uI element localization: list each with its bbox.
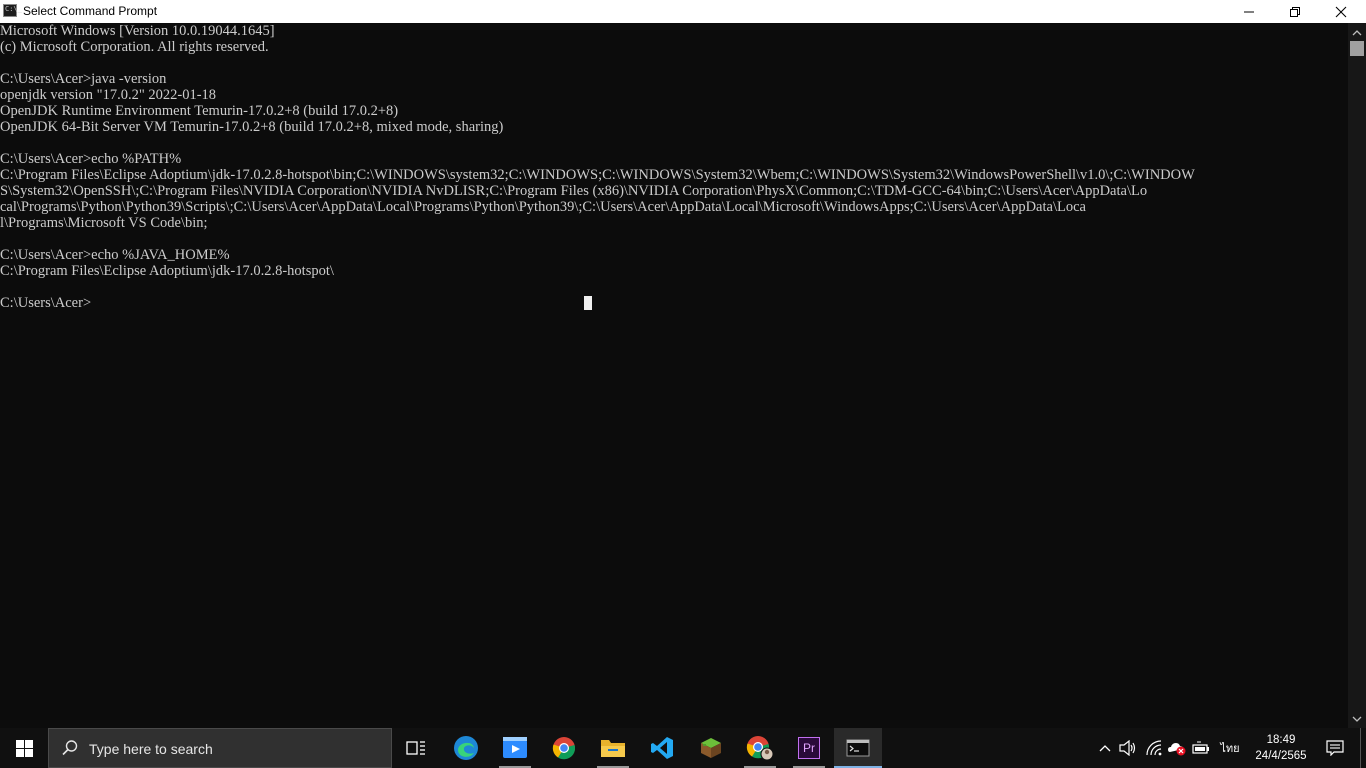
taskbar: Type here to search Pr ไทย 18:49 24/4/25… <box>0 728 1366 768</box>
onedrive-button[interactable] <box>1166 728 1188 768</box>
cmd-icon[interactable]: C:\_ <box>3 4 22 17</box>
console-line: C:\Users\Acer>echo %PATH% <box>0 151 182 167</box>
start-button[interactable] <box>0 728 48 768</box>
taskbar-chrome[interactable] <box>540 728 588 768</box>
taskbar-command-prompt[interactable] <box>834 728 882 768</box>
console-line: C:\Users\Acer> <box>0 295 92 311</box>
console-line: openjdk version "17.0.2" 2022-01-18 <box>0 87 217 103</box>
minecraft-icon <box>701 738 721 758</box>
minimize-icon <box>1244 11 1254 12</box>
console-line: Microsoft Windows [Version 10.0.19044.16… <box>0 23 275 39</box>
notification-icon <box>1326 740 1344 756</box>
console-output[interactable]: Microsoft Windows [Version 10.0.19044.16… <box>0 23 1195 311</box>
vscode-icon <box>651 737 673 759</box>
close-button[interactable] <box>1318 0 1364 23</box>
console-line: C:\Users\Acer>echo %JAVA_HOME% <box>0 247 230 263</box>
taskbar-chrome-profile[interactable] <box>736 728 784 768</box>
onedrive-error-icon <box>1168 743 1186 756</box>
text-cursor <box>584 296 592 310</box>
restore-icon <box>1290 6 1300 17</box>
console-line: S\System32\OpenSSH\;C:\Program Files\NVI… <box>0 183 1148 199</box>
clock[interactable]: 18:49 24/4/2565 <box>1252 732 1310 764</box>
restore-button[interactable] <box>1272 0 1318 23</box>
command-prompt-icon <box>846 739 870 757</box>
scroll-up-arrow-icon[interactable] <box>1351 27 1363 39</box>
task-view-button[interactable] <box>392 728 440 768</box>
console-line: C:\Program Files\Eclipse Adoptium\jdk-17… <box>0 167 1195 183</box>
clock-time: 18:49 <box>1266 734 1296 746</box>
taskbar-zoom[interactable] <box>491 728 539 768</box>
chrome-profile-icon <box>746 736 774 761</box>
chrome-icon <box>552 737 576 760</box>
taskbar-premiere-pro[interactable]: Pr <box>785 728 833 768</box>
vertical-scrollbar[interactable] <box>1348 23 1366 729</box>
volume-icon <box>1119 740 1136 756</box>
show-hidden-icons-button[interactable] <box>1096 728 1114 768</box>
chevron-up-icon <box>1099 745 1111 752</box>
premiere-pro-icon: Pr <box>798 737 820 759</box>
console-line: C:\Users\Acer>java -version <box>0 71 167 87</box>
title-bar[interactable]: C:\_ Select Command Prompt <box>0 0 1366 23</box>
task-view-icon <box>406 741 425 755</box>
taskbar-edge[interactable] <box>442 728 490 768</box>
action-center-button[interactable] <box>1318 728 1352 768</box>
windows-logo-icon <box>15 739 33 757</box>
console-line: cal\Programs\Python\Python39\Scripts\;C:… <box>0 199 1086 215</box>
search-placeholder: Type here to search <box>89 741 213 757</box>
volume-button[interactable] <box>1118 728 1138 768</box>
scroll-thumb[interactable] <box>1350 41 1364 56</box>
scroll-down-arrow-icon[interactable] <box>1351 713 1363 725</box>
zoom-icon <box>503 737 527 758</box>
console-area[interactable]: Microsoft Windows [Version 10.0.19044.16… <box>0 23 1348 729</box>
console-line: l\Programs\Microsoft VS Code\bin; <box>0 215 208 231</box>
wifi-icon <box>1146 740 1162 756</box>
battery-button[interactable] <box>1190 728 1212 768</box>
search-icon <box>62 740 78 756</box>
file-explorer-icon <box>601 740 625 757</box>
search-box[interactable]: Type here to search <box>48 728 392 768</box>
console-line: (c) Microsoft Corporation. All rights re… <box>0 39 269 55</box>
console-line: OpenJDK Runtime Environment Temurin-17.0… <box>0 103 399 119</box>
close-icon <box>1335 6 1347 17</box>
show-desktop-button[interactable] <box>1360 728 1366 768</box>
taskbar-vscode[interactable] <box>638 728 686 768</box>
console-line: OpenJDK 64-Bit Server VM Temurin-17.0.2+… <box>0 119 504 135</box>
edge-icon <box>454 736 478 760</box>
taskbar-minecraft[interactable] <box>687 728 735 768</box>
minimize-button[interactable] <box>1226 0 1272 23</box>
taskbar-file-explorer[interactable] <box>589 728 637 768</box>
battery-icon <box>1192 741 1209 754</box>
network-button[interactable] <box>1144 728 1164 768</box>
input-language-indicator[interactable]: ไทย <box>1216 728 1244 768</box>
window-title: Select Command Prompt <box>23 4 158 18</box>
clock-date: 24/4/2565 <box>1255 750 1307 762</box>
console-line: C:\Program Files\Eclipse Adoptium\jdk-17… <box>0 263 334 279</box>
